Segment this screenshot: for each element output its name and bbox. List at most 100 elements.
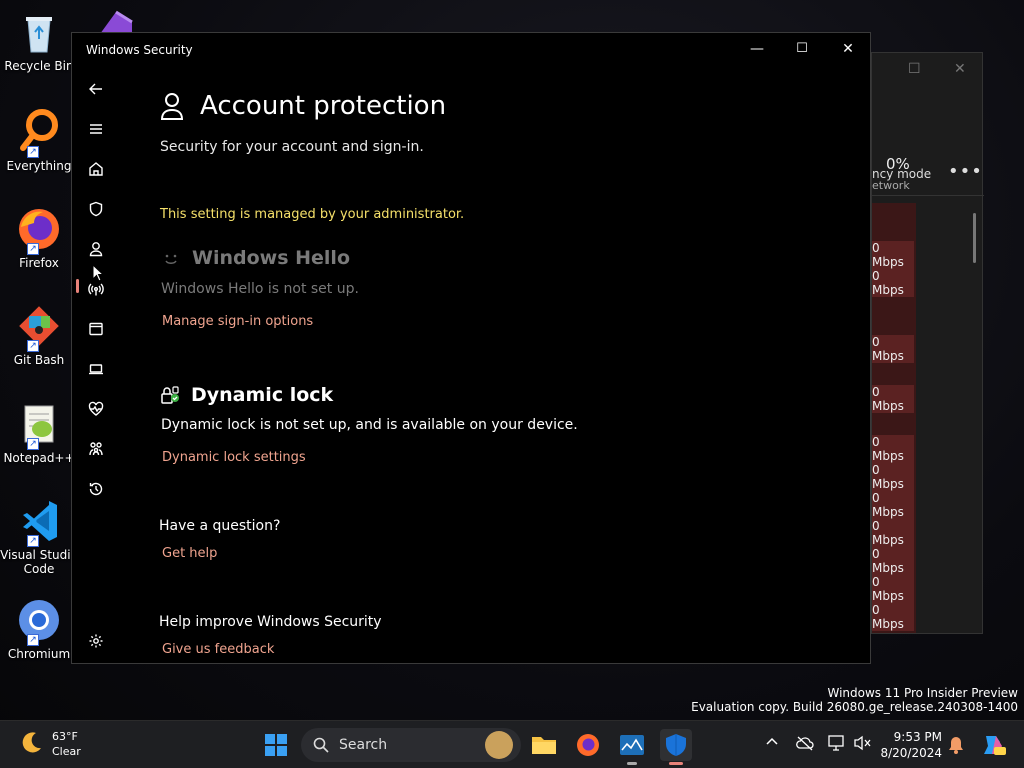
nav-protection-history[interactable] <box>84 477 108 501</box>
visual-studio-icon[interactable] <box>92 4 142 34</box>
close-button[interactable]: ✕ <box>837 39 859 59</box>
maximize-icon[interactable]: ☐ <box>908 61 921 77</box>
nav-device-security[interactable] <box>84 357 108 381</box>
desktop-icon-vscode[interactable]: ↗ Visual Studio Code <box>0 497 78 576</box>
desktop-icon-chromium[interactable]: ↗ Chromium <box>0 596 78 661</box>
close-icon[interactable]: ✕ <box>954 61 966 77</box>
taskbar-file-explorer[interactable] <box>528 729 560 761</box>
windows-hello-status: Windows Hello is not set up. <box>161 281 359 297</box>
dynamic-lock-icon <box>161 386 179 404</box>
desktop-icon-label: Firefox <box>19 256 59 270</box>
network-value: 0 Mbps <box>872 491 914 519</box>
windows-logo-icon <box>265 734 287 756</box>
question-heading: Have a question? <box>159 518 281 534</box>
start-button[interactable] <box>260 729 292 761</box>
shortcut-arrow-icon: ↗ <box>27 146 39 158</box>
weather-widget[interactable]: 63°F Clear <box>18 729 81 759</box>
system-clock[interactable]: 9:53 PM 8/20/2024 <box>880 729 942 761</box>
notification-bell-icon[interactable] <box>948 736 964 754</box>
weather-condition: Clear <box>52 745 81 758</box>
nav-virus-protection[interactable] <box>84 197 108 221</box>
taskbar: 63°F Clear Search 9:53 PM 8/20/2024 <box>0 720 1024 768</box>
shortcut-arrow-icon: ↗ <box>27 438 39 450</box>
history-icon <box>89 482 103 496</box>
get-help-link[interactable]: Get help <box>162 546 217 561</box>
recycle-bin-icon <box>15 8 63 56</box>
network-percent: 0% <box>886 155 910 173</box>
display-icon[interactable] <box>828 735 846 751</box>
navigation-rail <box>72 69 120 665</box>
firefox-icon: ↗ <box>15 205 63 255</box>
maximize-button[interactable]: ☐ <box>791 39 813 59</box>
network-value: 0 Mbps <box>872 269 914 297</box>
desktop-icon-git-bash[interactable]: ↗ Git Bash <box>0 302 78 367</box>
speaker-muted-icon[interactable] <box>854 735 872 751</box>
dynamic-lock-status: Dynamic lock is not set up, and is avail… <box>161 417 578 433</box>
window-title: Windows Security <box>86 43 193 57</box>
desktop-icon-firefox[interactable]: ↗ Firefox <box>0 205 78 270</box>
cloud-offline-icon[interactable] <box>796 735 814 751</box>
minimize-button[interactable]: — <box>746 39 768 59</box>
windows-hello-icon <box>165 254 177 264</box>
laptop-icon <box>89 364 103 375</box>
improve-heading: Help improve Windows Security <box>159 614 382 630</box>
home-icon <box>89 162 103 176</box>
wireless-icon <box>88 283 104 296</box>
network-column-header[interactable]: etwork <box>872 179 910 192</box>
person-icon <box>89 242 103 257</box>
desktop-icon-recycle-bin[interactable]: Recycle Bin <box>0 8 78 73</box>
search-highlight-icon <box>485 731 513 759</box>
nav-device-performance[interactable] <box>84 397 108 421</box>
windows-hello-heading: Windows Hello <box>192 247 350 269</box>
taskbar-search-box[interactable]: Search <box>301 728 521 762</box>
windows-security-window: Windows Security — ☐ ✕ Account protectio… <box>71 32 871 664</box>
manage-sign-in-options-link[interactable]: Manage sign-in options <box>162 314 313 329</box>
nav-account-protection[interactable] <box>84 237 108 261</box>
task-manager-icon <box>620 735 644 755</box>
taskbar-firefox[interactable] <box>572 729 604 761</box>
search-label: Search <box>339 737 388 753</box>
active-nav-indicator <box>76 279 79 293</box>
windows-security-shield-icon <box>666 734 686 756</box>
vscode-icon: ↗ <box>15 497 63 547</box>
network-value: 0 Mbps <box>872 575 914 603</box>
clock-time: 9:53 PM <box>893 730 942 744</box>
watermark-line-2: Evaluation copy. Build 26080.ge_release.… <box>691 700 1018 714</box>
gear-icon <box>89 634 103 648</box>
taskbar-task-manager[interactable] <box>616 729 648 765</box>
search-icon <box>313 737 329 753</box>
back-arrow-icon <box>89 83 102 95</box>
taskbar-windows-security[interactable] <box>660 729 692 765</box>
network-value: 0 Mbps <box>872 241 914 269</box>
nav-family-options[interactable] <box>84 437 108 461</box>
give-feedback-link[interactable]: Give us feedback <box>162 642 274 657</box>
evaluation-watermark: Windows 11 Pro Insider Preview Evaluatio… <box>691 686 1018 714</box>
clock-date: 8/20/2024 <box>880 746 942 760</box>
chevron-up-icon[interactable] <box>765 735 779 749</box>
dynamic-lock-settings-link[interactable]: Dynamic lock settings <box>162 450 306 465</box>
firefox-icon <box>577 734 599 756</box>
more-options-icon[interactable]: ••• <box>948 161 983 182</box>
page-subtitle: Security for your account and sign-in. <box>160 139 424 155</box>
background-window-task-manager[interactable]: ☐ ✕ ncy mode ••• 0% etwork 0 Mbps 0 Mbps 0… <box>871 52 984 634</box>
nav-home[interactable] <box>84 157 108 181</box>
network-value: 0 Mbps <box>872 603 914 631</box>
mouse-cursor-icon <box>92 264 104 282</box>
nav-app-browser-control[interactable] <box>84 317 108 341</box>
dynamic-lock-heading: Dynamic lock <box>191 384 334 406</box>
notepad-plus-plus-icon: ↗ <box>15 400 63 450</box>
desktop-icon-label: Git Bash <box>13 353 65 367</box>
scrollbar-thumb[interactable] <box>973 213 976 263</box>
menu-button[interactable] <box>84 117 108 141</box>
nav-settings[interactable] <box>84 629 108 653</box>
folder-icon <box>532 737 556 754</box>
desktop-icon-everything[interactable]: ↗ Everything <box>0 108 78 173</box>
network-value: 0 Mbps <box>872 385 914 413</box>
shortcut-arrow-icon: ↗ <box>27 634 39 646</box>
desktop-icon-notepad-plus-plus[interactable]: ↗ Notepad++ <box>0 400 78 465</box>
active-indicator <box>669 762 683 765</box>
desktop-icon-label: Notepad++ <box>3 451 75 465</box>
copilot-icon[interactable] <box>980 733 1006 757</box>
back-button[interactable] <box>84 77 108 101</box>
shortcut-arrow-icon: ↗ <box>27 535 39 547</box>
